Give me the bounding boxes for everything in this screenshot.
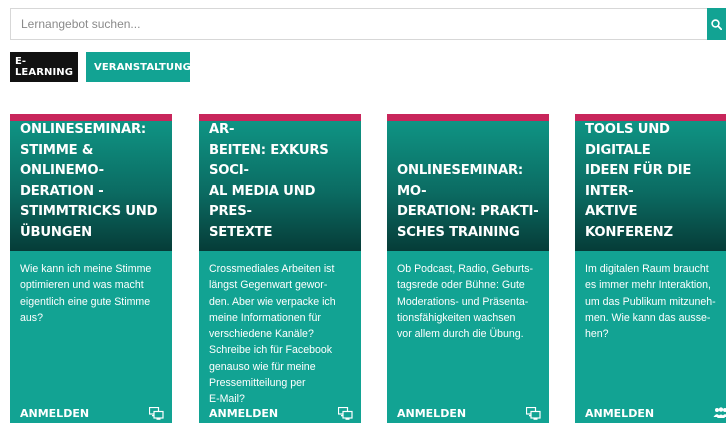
card-footer: ANMELDEN [20, 405, 164, 421]
register-link[interactable]: ANMELDEN [209, 407, 278, 420]
course-card[interactable]: ONLINESEMINAR: CROSSMEDIALES AR- BEITEN:… [199, 114, 361, 423]
register-link[interactable]: ANMELDEN [397, 407, 466, 420]
card-title: ONLINESEMINAR: MO- DERATION: PRAKTI- SCH… [397, 163, 539, 240]
register-link[interactable]: ANMELDEN [585, 407, 654, 420]
filter-chip-veranstaltung[interactable]: VERANSTALTUNG × [86, 52, 207, 82]
card-description: Wie kann ich meine Stimme optimieren und… [20, 263, 152, 324]
course-card[interactable]: ONLINESEMINAR: MO- DERATION: PRAKTI- SCH… [387, 114, 549, 423]
card-footer: ANMELDEN [397, 405, 541, 421]
computer-icon [525, 406, 541, 420]
search-button[interactable] [707, 8, 726, 40]
card-header: ONLINESEMINAR: STIMME & ONLINEMO- DERATI… [10, 121, 172, 251]
computer-icon [337, 406, 353, 420]
card-title: ONLINESEMINAR: TOOLS UND DIGITALE IDEEN … [585, 122, 692, 240]
card-description: Im digitalen Raum braucht es immer mehr … [585, 263, 716, 341]
card-footer: ANMELDEN [585, 405, 726, 421]
computer-icon [148, 406, 164, 420]
card-title: ONLINESEMINAR: CROSSMEDIALES AR- BEITEN:… [209, 122, 329, 240]
people-icon [713, 406, 726, 420]
close-icon[interactable]: × [198, 61, 207, 74]
active-filters: E-LEARNING VERANSTALTUNG × [10, 52, 207, 82]
card-description: Crossmediales Arbeiten ist längst Gegenw… [209, 263, 336, 406]
search-icon [711, 18, 722, 30]
card-header: ONLINESEMINAR: TOOLS UND DIGITALE IDEEN … [575, 121, 726, 251]
card-title: ONLINESEMINAR: STIMME & ONLINEMO- DERATI… [20, 122, 158, 240]
search-bar [10, 8, 726, 40]
register-link[interactable]: ANMELDEN [20, 407, 89, 420]
search-input[interactable] [10, 8, 707, 40]
course-card[interactable]: ONLINESEMINAR: TOOLS UND DIGITALE IDEEN … [575, 114, 726, 423]
card-header: ONLINESEMINAR: CROSSMEDIALES AR- BEITEN:… [199, 121, 361, 251]
filter-chip-label: VERANSTALTUNG [94, 61, 191, 73]
card-header: ONLINESEMINAR: MO- DERATION: PRAKTI- SCH… [387, 121, 549, 251]
course-card[interactable]: ONLINESEMINAR: STIMME & ONLINEMO- DERATI… [10, 114, 172, 423]
filter-chip-label: E-LEARNING [14, 56, 74, 78]
card-footer: ANMELDEN [209, 405, 353, 421]
card-description: Ob Podcast, Radio, Geburts- tagsrede ode… [397, 263, 534, 341]
filter-chip-e-learning[interactable]: E-LEARNING [10, 52, 78, 82]
